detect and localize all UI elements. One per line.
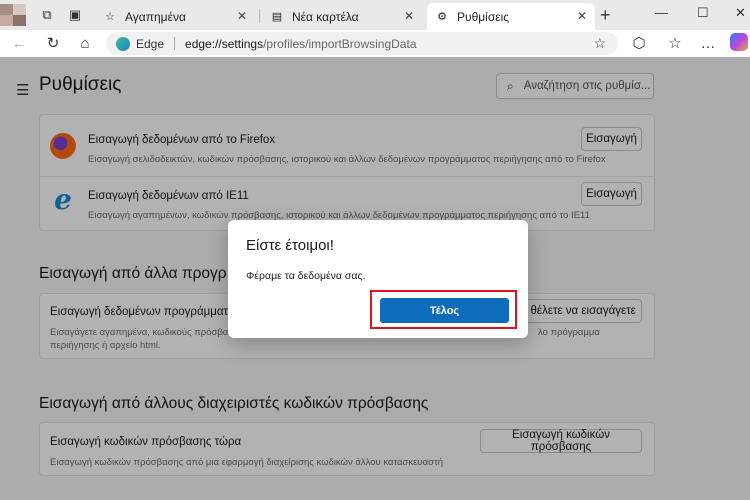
favorite-star-icon[interactable]: ☆	[593, 35, 606, 52]
close-window-button[interactable]: ✕	[735, 5, 746, 21]
tab-label: Νέα καρτέλα	[292, 9, 359, 24]
copilot-icon[interactable]	[730, 33, 748, 51]
edge-logo-icon	[116, 36, 130, 51]
home-button[interactable]: ⌂	[76, 34, 94, 52]
vertical-tabs-icon[interactable]: ▣	[66, 6, 84, 24]
address-bar[interactable]: Edge edge://settings /profiles/importBro…	[106, 32, 618, 55]
close-icon[interactable]: ✕	[404, 9, 414, 23]
dialog-title: Είστε έτοιμοι!	[246, 237, 334, 254]
new-tab-page-icon: ▤	[271, 11, 283, 23]
refresh-button[interactable]: ↻	[44, 34, 62, 52]
dialog-message: Φέραμε τα δεδομένα σας.	[246, 270, 366, 282]
close-icon[interactable]: ✕	[577, 9, 587, 23]
minimize-button[interactable]: —	[655, 5, 668, 20]
tab-favorites[interactable]: ☆ Αγαπημένα ✕	[95, 3, 255, 30]
gear-icon: ⚙	[437, 11, 447, 23]
close-icon[interactable]: ✕	[237, 9, 247, 23]
navigation-bar: ← ↻ ⌂ Edge edge://settings /profiles/imp…	[0, 30, 750, 57]
tab-label: Αγαπημένα	[125, 9, 186, 24]
back-button[interactable]: ←	[10, 34, 28, 52]
profile-avatar[interactable]	[0, 4, 26, 26]
tab-new-tab[interactable]: ▤ Νέα καρτέλα ✕	[262, 3, 422, 30]
title-bar: ⧉ ▣ ☆ Αγαπημένα ✕ ▤ Νέα καρτέλα ✕ ⚙ Ρυθμ…	[0, 0, 750, 30]
edge-label: Edge	[136, 36, 165, 51]
workspaces-icon[interactable]: ⧉	[38, 6, 56, 24]
new-tab-button[interactable]: +	[600, 5, 611, 26]
tab-label: Ρυθμίσεις	[457, 9, 510, 24]
more-menu-icon[interactable]: …	[699, 34, 717, 52]
url-host: edge://settings	[185, 36, 264, 51]
star-list-icon: ☆	[105, 11, 115, 23]
done-button[interactable]: Τέλος	[380, 298, 509, 323]
extensions-icon[interactable]: ⬡	[630, 34, 648, 52]
tab-settings[interactable]: ⚙ Ρυθμίσεις ✕	[427, 3, 595, 30]
maximize-button[interactable]: ☐	[697, 5, 709, 21]
url-path: /profiles/importBrowsingData	[263, 36, 417, 51]
favorites-icon[interactable]: ☆	[666, 34, 684, 52]
